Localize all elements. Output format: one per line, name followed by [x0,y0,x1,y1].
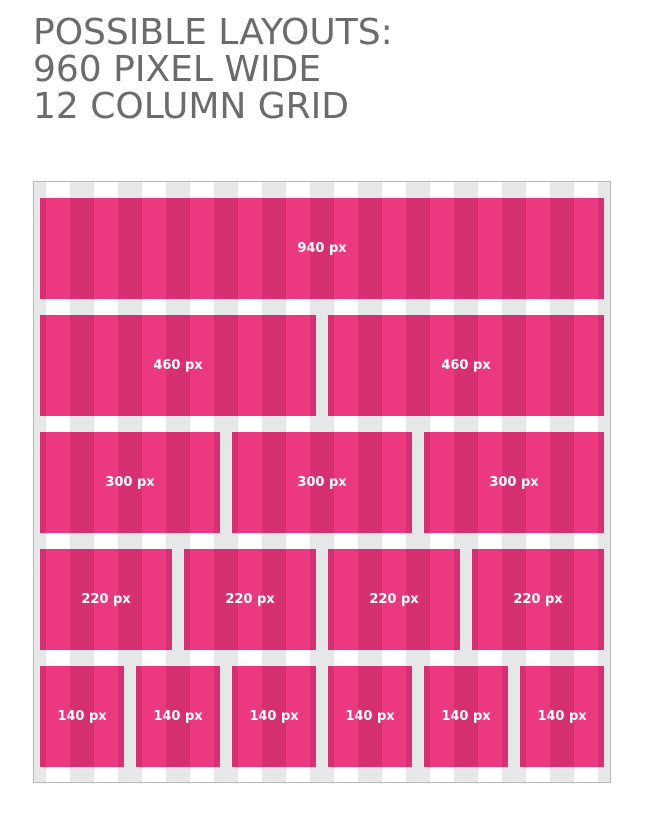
column-highlight [574,549,598,650]
column-highlight [334,315,358,416]
layout-block-2-col: 140 px [136,666,220,767]
column-highlight [46,432,70,533]
layout-block-3-col: 220 px [184,549,316,650]
column-highlight [382,198,406,299]
layout-block-4-col: 300 px [424,432,604,533]
column-highlight [334,549,358,650]
block-width-label: 220 px [225,592,275,607]
column-highlight [478,198,502,299]
column-highlight [238,198,262,299]
column-highlight [574,315,598,416]
layout-block-3-col: 220 px [472,549,604,650]
layout-block-3-col: 220 px [328,549,460,650]
column-highlight [238,315,262,416]
column-highlight [46,549,70,650]
column-highlight [46,198,70,299]
column-highlight [238,432,262,533]
block-width-label: 300 px [489,475,539,490]
title-line-1: POSSIBLE LAYOUTS: [33,12,393,53]
block-width-label: 460 px [153,358,203,373]
column-highlight [142,198,166,299]
layout-block-2-col: 140 px [232,666,316,767]
block-width-label: 140 px [441,709,491,724]
block-width-label: 300 px [297,475,347,490]
title-line-3: 12 COLUMN GRID [33,86,350,127]
layout-block-2-col: 140 px [520,666,604,767]
block-width-label: 140 px [57,709,107,724]
block-width-label: 220 px [81,592,131,607]
column-highlight [190,198,214,299]
column-highlight [526,315,550,416]
column-highlight [94,315,118,416]
column-highlight [478,549,502,650]
column-highlight [430,549,454,650]
block-width-label: 140 px [537,709,587,724]
block-width-label: 460 px [441,358,491,373]
grid-diagram: 940 px 460 px 460 px 300 px 300 px 300 px 220 … [33,181,611,783]
block-width-label: 140 px [345,709,395,724]
column-highlight [430,198,454,299]
block-width-label: 940 px [297,241,347,256]
block-width-label: 300 px [105,475,155,490]
column-highlight [574,432,598,533]
column-highlight [382,315,406,416]
block-width-label: 140 px [153,709,203,724]
column-highlight [286,315,310,416]
layout-block-6-col: 460 px [40,315,316,416]
layout-block-12-col: 940 px [40,198,604,299]
layout-block-2-col: 140 px [40,666,124,767]
layout-block-2-col: 140 px [328,666,412,767]
block-width-label: 220 px [369,592,419,607]
block-width-label: 140 px [249,709,299,724]
column-highlight [94,198,118,299]
column-highlight [142,549,166,650]
layout-block-3-col: 220 px [40,549,172,650]
layout-block-4-col: 300 px [232,432,412,533]
layout-block-6-col: 460 px [328,315,604,416]
layout-block-2-col: 140 px [424,666,508,767]
column-highlight [286,549,310,650]
column-highlight [46,315,70,416]
block-width-label: 220 px [513,592,563,607]
column-highlight [190,549,214,650]
column-highlight [526,198,550,299]
column-highlight [382,432,406,533]
column-highlight [430,432,454,533]
page-title: POSSIBLE LAYOUTS: 960 PIXEL WIDE 12 COLU… [33,14,393,125]
column-highlight [574,198,598,299]
layout-block-4-col: 300 px [40,432,220,533]
title-line-2: 960 PIXEL WIDE [33,49,322,90]
column-highlight [190,432,214,533]
